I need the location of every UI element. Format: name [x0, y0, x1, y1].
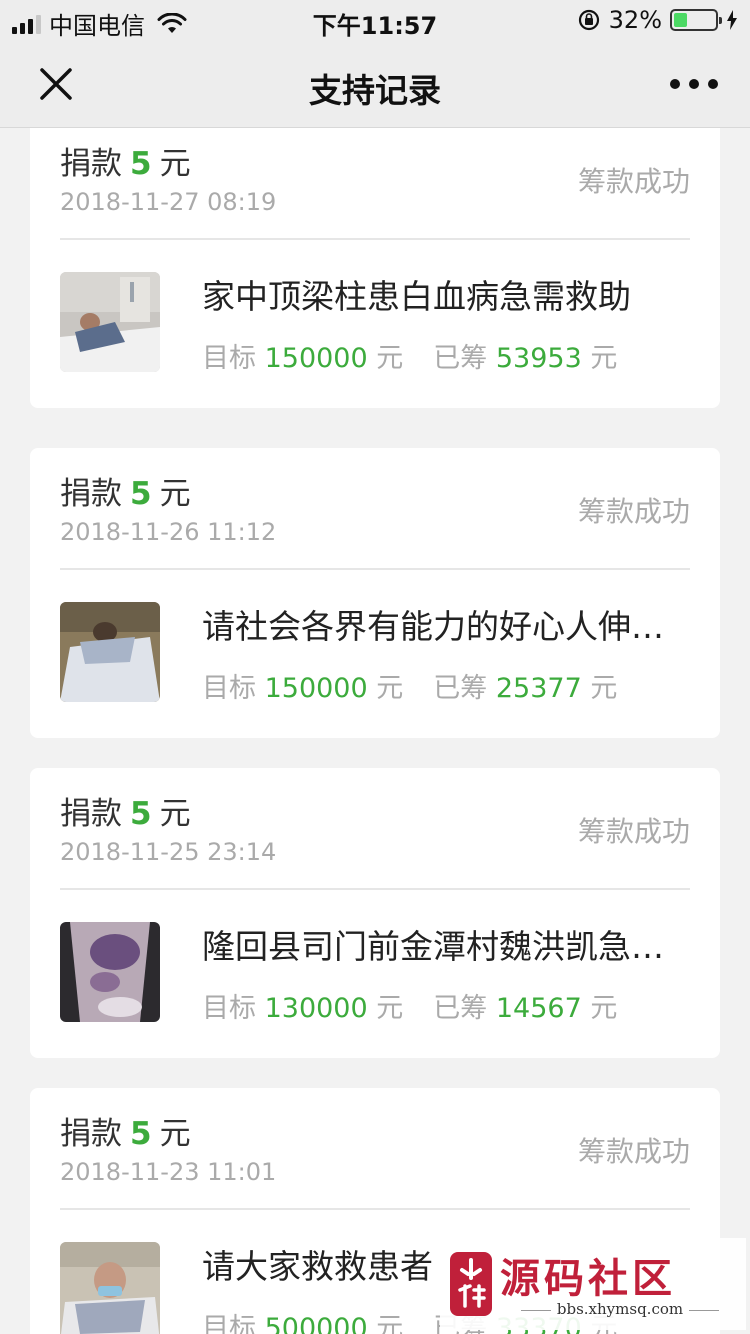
- battery-level: [674, 13, 687, 27]
- project-title: 请社会各界有能力的好心人伸出援手: [202, 607, 682, 646]
- project-thumbnail: [60, 1242, 160, 1334]
- nav-bar: 支持记录: [0, 40, 750, 128]
- donation-date: 2018-11-25 23:14: [60, 838, 277, 866]
- project-thumbnail: [60, 922, 160, 1022]
- project-title: 隆回县司门前金潭村魏洪凯急需救助: [202, 927, 682, 966]
- donation-amount: 捐款 5 元: [60, 1116, 191, 1152]
- orientation-lock-icon: [578, 9, 599, 31]
- status-label: 筹款成功: [577, 165, 690, 198]
- record-list: 捐款 5 元 2018-11-27 08:19 筹款成功 家中顶梁柱患白血病急需救助…: [0, 128, 750, 1334]
- status-label: 筹款成功: [577, 815, 690, 848]
- battery-percent: 32%: [608, 6, 662, 34]
- seal-logo-icon: [450, 1252, 492, 1316]
- donation-amount: 捐款 5 元: [60, 796, 191, 832]
- record-header: 捐款 5 元 2018-11-26 11:12 筹款成功: [60, 448, 690, 570]
- record-header: 捐款 5 元 2018-11-23 11:01 筹款成功: [60, 1088, 690, 1210]
- project-stats: 目标 150000 元已筹 25377 元: [202, 673, 618, 704]
- project-stats: 目标 130000 元已筹 14567 元: [202, 993, 618, 1024]
- project-title: 家中顶梁柱患白血病急需救助: [202, 277, 631, 316]
- project-thumbnail: [60, 272, 160, 372]
- more-icon[interactable]: [670, 70, 718, 98]
- record-header: 捐款 5 元 2018-11-25 23:14 筹款成功: [60, 768, 690, 890]
- record-card[interactable]: 捐款 5 元 2018-11-26 11:12 筹款成功 请社会各界有能力的好心人伸…: [30, 448, 720, 738]
- donation-date: 2018-11-27 08:19: [60, 188, 277, 216]
- donation-date: 2018-11-23 11:01: [60, 1158, 277, 1186]
- record-card[interactable]: 捐款 5 元 2018-11-27 08:19 筹款成功 家中顶梁柱患白血病急需救助…: [30, 128, 720, 408]
- donation-date: 2018-11-26 11:12: [60, 518, 277, 546]
- charging-icon: [727, 10, 737, 30]
- record-card[interactable]: 捐款 5 元 2018-11-25 23:14 筹款成功 隆回县司门前金潭村魏洪凯急…: [30, 768, 720, 1058]
- watermark-title: 源码社区: [500, 1255, 676, 1302]
- watermark: 源码社区 bbs.xhymsq.com: [440, 1238, 746, 1330]
- project-thumbnail: [60, 602, 160, 702]
- project-stats: 目标 150000 元已筹 53953 元: [202, 343, 618, 374]
- donation-amount: 捐款 5 元: [60, 146, 191, 182]
- page-title: 支持记录: [309, 71, 441, 110]
- battery-icon: [670, 9, 722, 31]
- status-label: 筹款成功: [577, 1135, 690, 1168]
- status-right: 32%: [577, 6, 738, 34]
- status-label: 筹款成功: [577, 495, 690, 528]
- watermark-url: bbs.xhymsq.com: [500, 1300, 740, 1318]
- record-header: 捐款 5 元 2018-11-27 08:19 筹款成功: [60, 128, 690, 240]
- status-bar: 中国电信 下午11:57 32%: [0, 0, 750, 40]
- donation-amount: 捐款 5 元: [60, 476, 191, 512]
